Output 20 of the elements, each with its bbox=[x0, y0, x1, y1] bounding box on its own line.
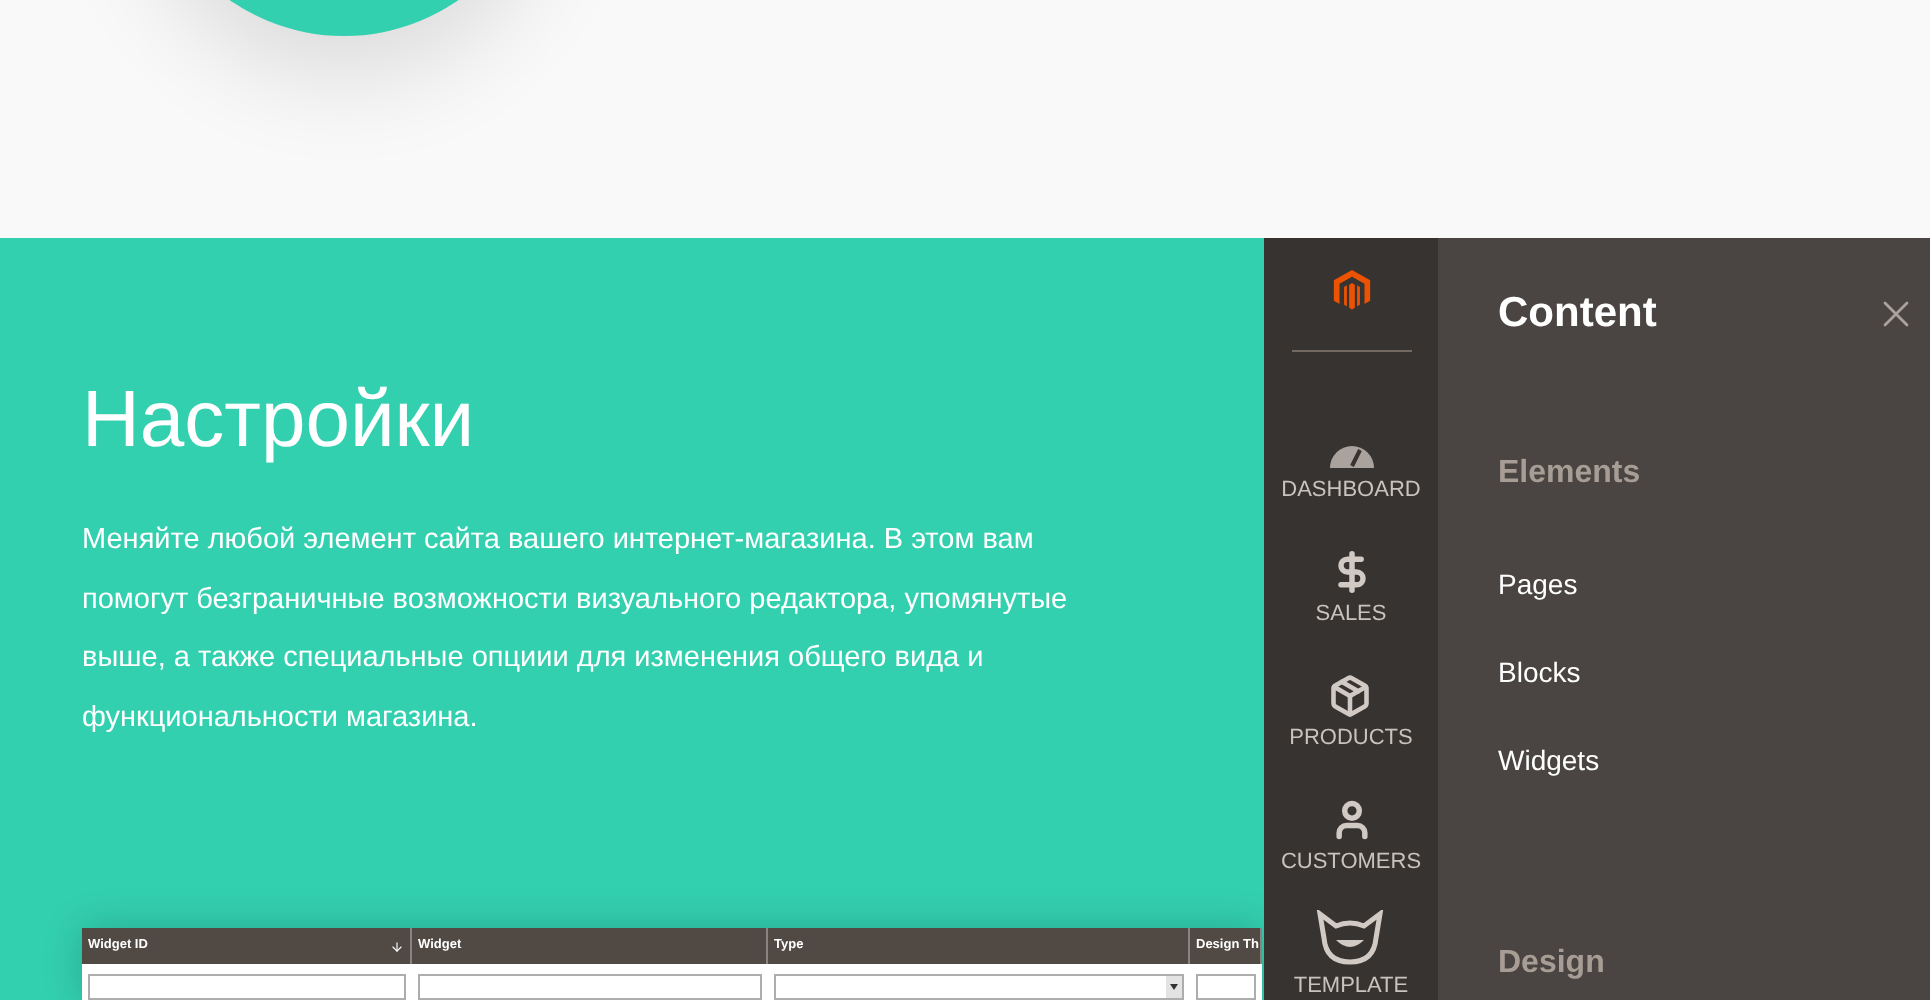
menu-link[interactable]: Pages bbox=[1498, 565, 1930, 603]
sidebar-item[interactable]: SALES bbox=[1315, 504, 1387, 628]
menu-group-title: Design bbox=[1498, 943, 1607, 983]
menu-link[interactable]: Blocks bbox=[1498, 653, 1930, 691]
sidebar-item[interactable]: CUSTOMERS bbox=[1280, 752, 1422, 876]
section-description: Меняйте любой элемент сайта вашего интернет-магазина. В этом вам помогут безграничные возможности визуального редактора, упомянутые выше, а также специальные опциии для изменения общего вида и функциональности магазина. bbox=[82, 522, 1070, 737]
menu-link[interactable]: Widgets bbox=[1498, 741, 1930, 779]
caret-icon bbox=[1170, 984, 1178, 990]
filter-select[interactable] bbox=[774, 974, 1184, 1000]
filter-field[interactable] bbox=[1196, 974, 1256, 1000]
filter-field[interactable] bbox=[418, 974, 762, 1000]
sidebar-item[interactable]: DASHBOARD bbox=[1281, 380, 1421, 504]
sidebar-item[interactable]: TEMPLATE bbox=[1293, 876, 1409, 1000]
menu-title: Content bbox=[1498, 288, 1657, 340]
section-title: Настройки bbox=[82, 374, 477, 468]
cat-face-icon bbox=[1314, 910, 1387, 966]
sidebar-item[interactable]: PRODUCTS bbox=[1289, 628, 1413, 752]
box-icon bbox=[1328, 674, 1373, 718]
filter-field[interactable] bbox=[88, 974, 406, 1000]
menu-group-title: Elements bbox=[1498, 453, 1643, 493]
